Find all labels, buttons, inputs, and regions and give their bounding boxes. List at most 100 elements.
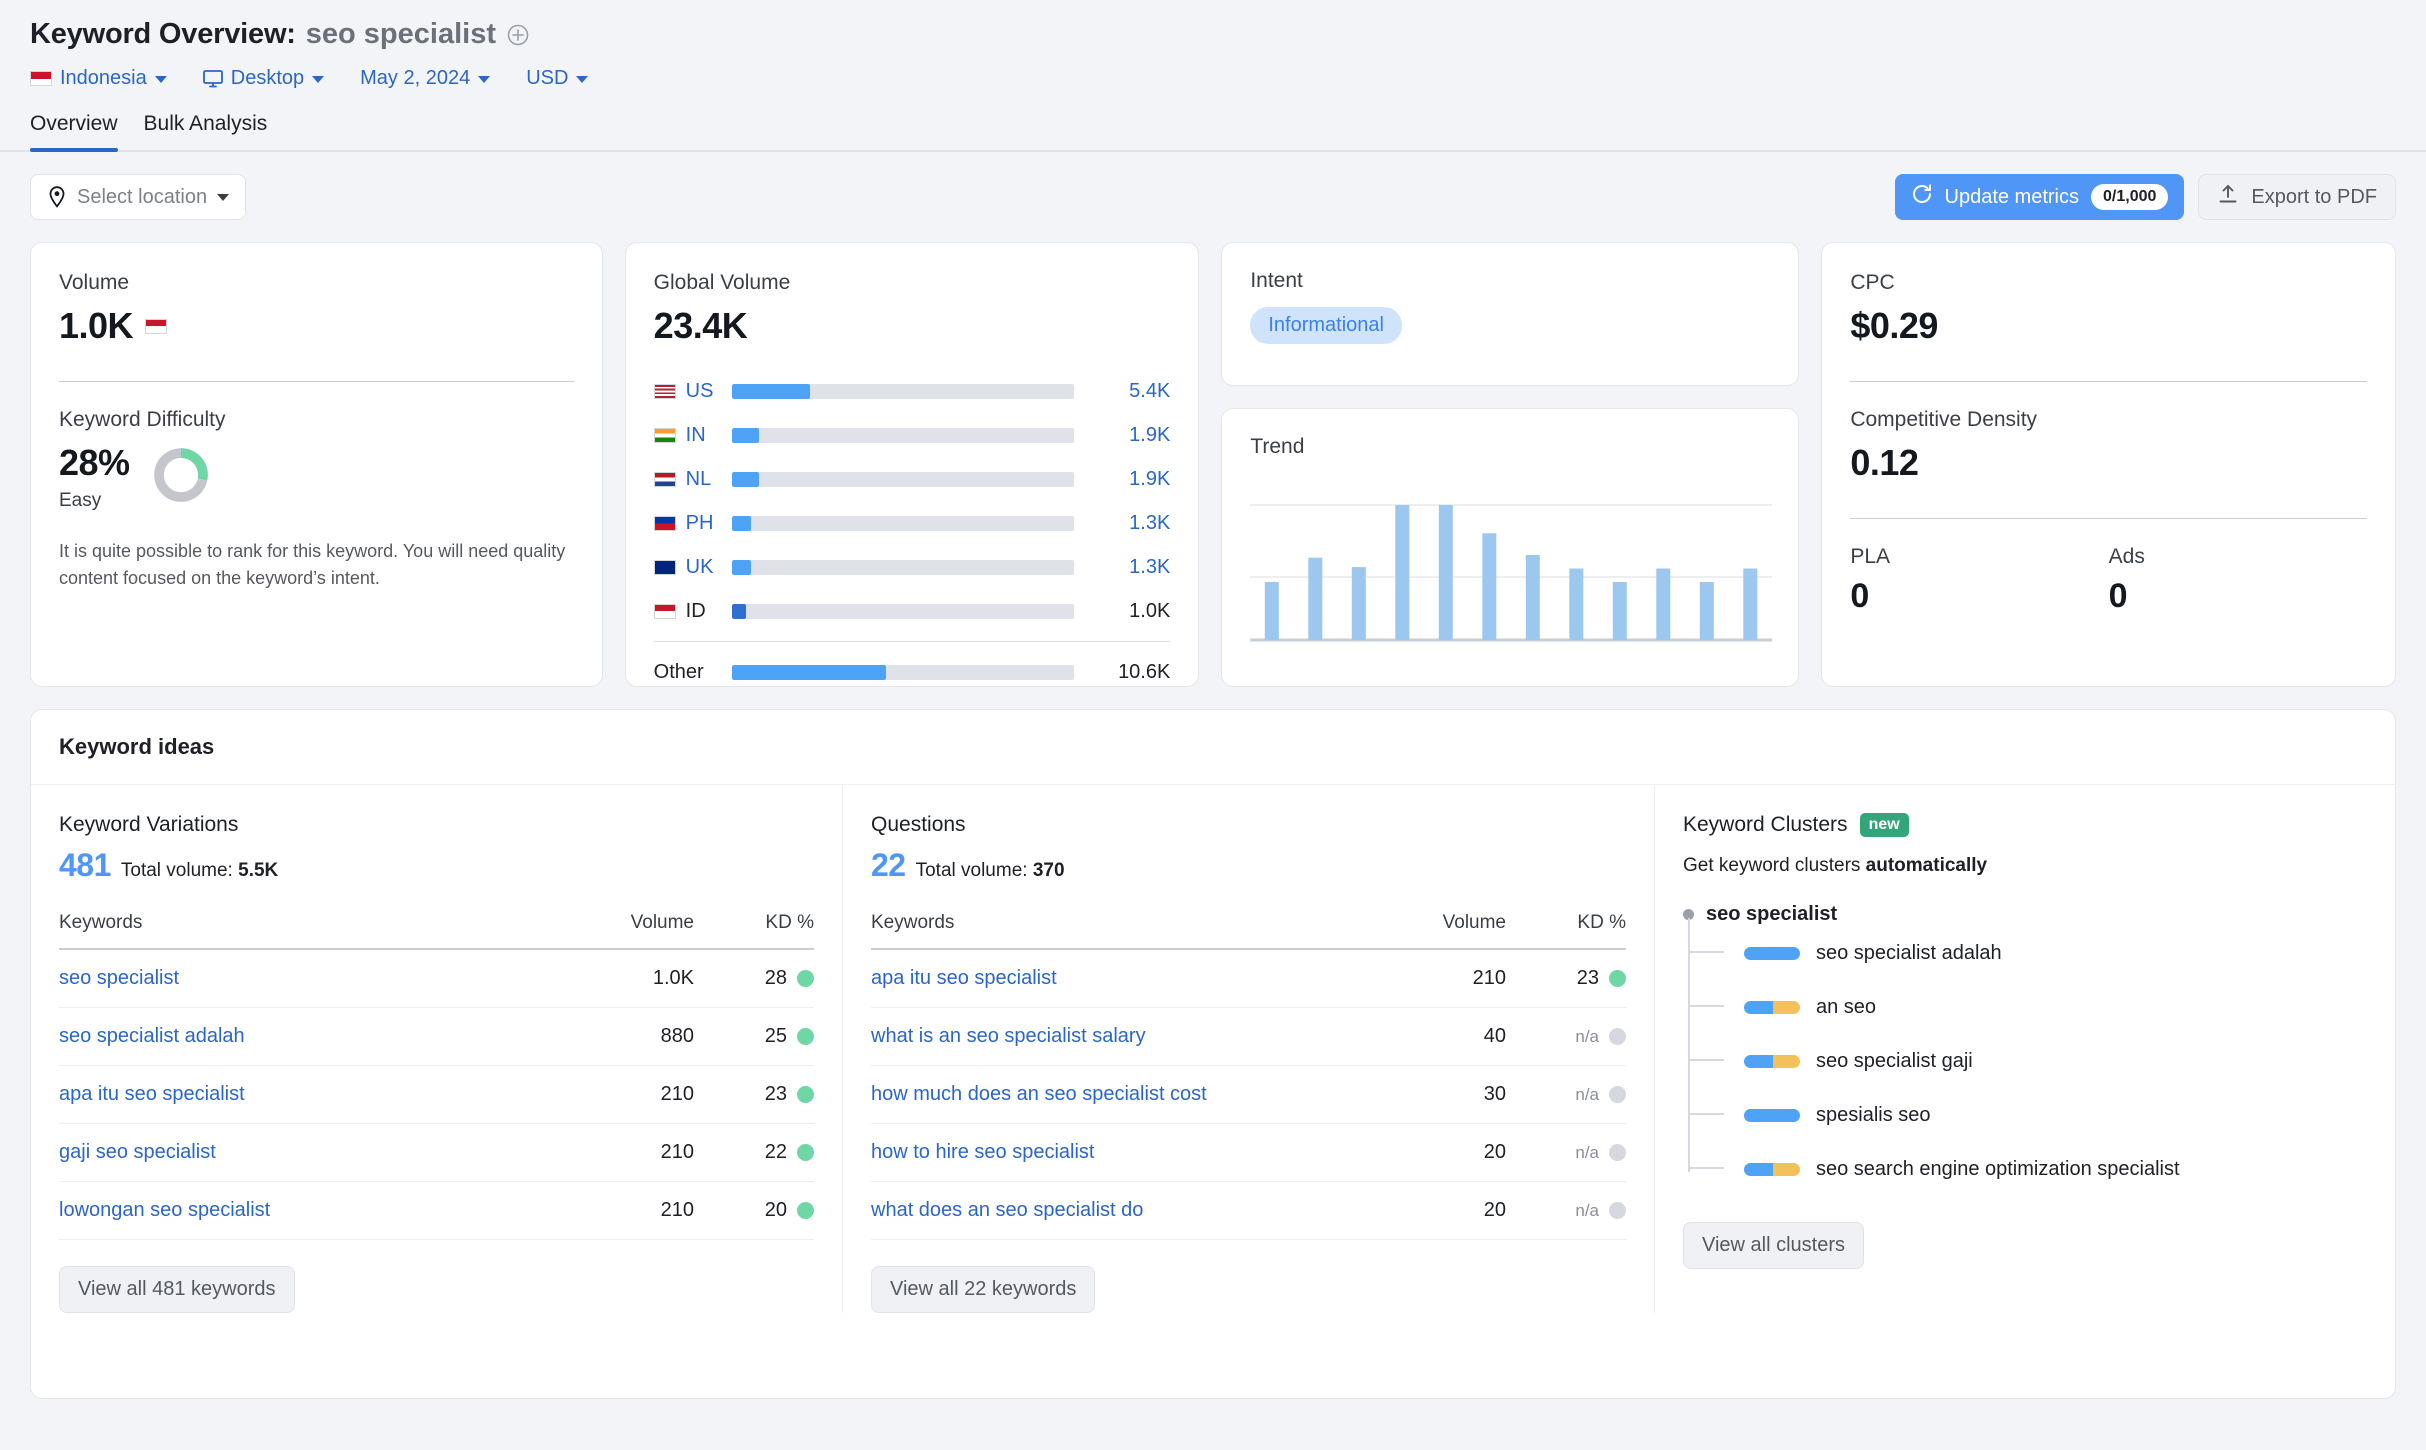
- global-volume-row[interactable]: NL 1.9K: [654, 457, 1171, 501]
- trend-bar: [1439, 505, 1453, 640]
- row-volume: 20: [1376, 1124, 1506, 1182]
- row-kd: n/a: [1506, 1182, 1626, 1240]
- global-volume-row[interactable]: US 5.4K: [654, 369, 1171, 413]
- export-pdf-button[interactable]: Export to PDF: [2198, 174, 2396, 220]
- questions-total-value: 370: [1033, 860, 1065, 881]
- divider: [654, 641, 1171, 642]
- export-pdf-label: Export to PDF: [2251, 186, 2377, 209]
- row-kd: 25: [694, 1008, 814, 1066]
- tab-bulk-analysis[interactable]: Bulk Analysis: [144, 112, 268, 150]
- cluster-root-label: seo specialist: [1706, 903, 1837, 926]
- tree-elbow: [1688, 1059, 1724, 1061]
- filter-device[interactable]: Desktop: [203, 67, 324, 90]
- keyword-link[interactable]: seo specialist adalah: [59, 1025, 245, 1047]
- page-title: Keyword Overview:: [30, 18, 296, 51]
- global-volume-card: Global Volume 23.4K US 5.4K IN: [625, 242, 1200, 687]
- location-select[interactable]: Select location: [30, 174, 246, 220]
- keyword-link[interactable]: gaji seo specialist: [59, 1141, 216, 1163]
- cluster-share-bar: [1744, 1163, 1800, 1176]
- competitive-density-value: 0.12: [1850, 442, 2367, 484]
- intent-badge[interactable]: Informational: [1250, 307, 1402, 344]
- filter-country[interactable]: Indonesia: [30, 67, 167, 90]
- table-row[interactable]: gaji seo specialist21022: [59, 1124, 814, 1182]
- keyword-variations-title: Keyword Variations: [59, 813, 814, 837]
- table-row[interactable]: apa itu seo specialist21023: [59, 1066, 814, 1124]
- filter-currency[interactable]: USD: [526, 67, 588, 90]
- cluster-item[interactable]: seo search engine optimization specialis…: [1688, 1142, 2367, 1196]
- cluster-share-bar: [1744, 1001, 1800, 1014]
- global-volume-row[interactable]: PH 1.3K: [654, 501, 1171, 545]
- cluster-children: seo specialist adalah an seo seo special…: [1688, 926, 2367, 1196]
- trend-bar: [1700, 582, 1714, 640]
- country-volume: 1.9K: [1074, 424, 1170, 447]
- cluster-item-label: seo specialist gaji: [1816, 1050, 1973, 1073]
- table-row[interactable]: what is an seo specialist salary40n/a: [871, 1008, 1626, 1066]
- table-row[interactable]: how much does an seo specialist cost30n/…: [871, 1066, 1626, 1124]
- keyword-link[interactable]: seo specialist: [59, 967, 179, 989]
- keyword-variations-column: Keyword Variations 481 Total volume: 5.5…: [31, 785, 843, 1313]
- cpc-label: CPC: [1850, 271, 2367, 295]
- cluster-item[interactable]: seo specialist adalah: [1688, 926, 2367, 980]
- table-row[interactable]: seo specialist adalah88025: [59, 1008, 814, 1066]
- country-cell: US: [654, 380, 732, 403]
- global-volume-row[interactable]: IN 1.9K: [654, 413, 1171, 457]
- keyword-overview-page: Keyword Overview: seo specialist Indones…: [0, 0, 2426, 1450]
- view-all-variations-button[interactable]: View all 481 keywords: [59, 1266, 295, 1313]
- update-metrics-button[interactable]: Update metrics 0/1,000: [1895, 174, 2185, 220]
- plus-circle-icon[interactable]: [506, 23, 530, 47]
- volume-bar: [732, 560, 1075, 575]
- keyword-link[interactable]: what is an seo specialist salary: [871, 1025, 1146, 1047]
- cluster-item[interactable]: spesialis seo: [1688, 1088, 2367, 1142]
- kd-indicator-dot: [1609, 1202, 1626, 1219]
- table-row[interactable]: apa itu seo specialist21023: [871, 949, 1626, 1008]
- view-all-clusters-button[interactable]: View all clusters: [1683, 1222, 1864, 1269]
- keyword-variations-summary: 481 Total volume: 5.5K: [59, 847, 814, 884]
- global-volume-label: Global Volume: [654, 271, 1171, 295]
- pla-label: PLA: [1850, 545, 2108, 569]
- table-row[interactable]: seo specialist1.0K28: [59, 949, 814, 1008]
- keyword-link[interactable]: what does an seo specialist do: [871, 1199, 1143, 1221]
- table-row[interactable]: what does an seo specialist do 20n/a: [871, 1182, 1626, 1240]
- filter-date[interactable]: May 2, 2024: [360, 67, 490, 90]
- intent-label: Intent: [1250, 269, 1770, 293]
- country-code: IN: [686, 424, 706, 447]
- table-row[interactable]: lowongan seo specialist21020: [59, 1182, 814, 1240]
- global-volume-row[interactable]: ID 1.0K: [654, 589, 1171, 633]
- cluster-item[interactable]: an seo: [1688, 980, 2367, 1034]
- trend-bar: [1613, 582, 1627, 640]
- row-kd: n/a: [1506, 1124, 1626, 1182]
- table-row[interactable]: how to hire seo specialist 20n/a: [871, 1124, 1626, 1182]
- cluster-item[interactable]: seo specialist gaji: [1688, 1034, 2367, 1088]
- kd-text-group: 28% Easy: [59, 442, 130, 512]
- keyword-link[interactable]: apa itu seo specialist: [59, 1083, 245, 1105]
- col-volume: Volume: [1376, 912, 1506, 949]
- kd-indicator-dot: [1609, 1028, 1626, 1045]
- toolbar: Select location Update metrics 0/1,000 E…: [0, 152, 2426, 220]
- country-volume: 1.9K: [1074, 468, 1170, 491]
- col-keywords: Keywords: [871, 912, 1376, 949]
- keyword-link[interactable]: how to hire seo specialist: [871, 1141, 1094, 1163]
- ads-block: Ads 0: [2109, 545, 2367, 616]
- global-volume-row[interactable]: UK 1.3K: [654, 545, 1171, 589]
- keyword-link[interactable]: how much does an seo specialist cost: [871, 1083, 1207, 1105]
- global-volume-value: 23.4K: [654, 305, 1171, 347]
- chevron-down-icon: [478, 76, 490, 83]
- cluster-root: seo specialist: [1683, 903, 2367, 926]
- questions-total: Total volume: 370: [916, 860, 1065, 882]
- keyword-link[interactable]: lowongan seo specialist: [59, 1199, 270, 1221]
- trend-bar: [1309, 558, 1323, 640]
- chevron-down-icon: [312, 76, 324, 83]
- keyword-variations-table: Keywords Volume KD % seo specialist1.0K2…: [59, 912, 814, 1240]
- row-kd: n/a: [1506, 1066, 1626, 1124]
- volume-bar: [732, 604, 1075, 619]
- row-volume: 1.0K: [564, 949, 694, 1008]
- ads-label: Ads: [2109, 545, 2367, 569]
- col-keywords: Keywords: [59, 912, 564, 949]
- kd-indicator-dot: [1609, 1144, 1626, 1161]
- view-all-questions-button[interactable]: View all 22 keywords: [871, 1266, 1095, 1313]
- intent-trend-column: Intent Informational Trend: [1221, 242, 1799, 687]
- keyword-link[interactable]: apa itu seo specialist: [871, 967, 1057, 989]
- flag-id-icon: [654, 604, 676, 619]
- tab-overview[interactable]: Overview: [30, 112, 118, 150]
- row-volume: 20: [1376, 1182, 1506, 1240]
